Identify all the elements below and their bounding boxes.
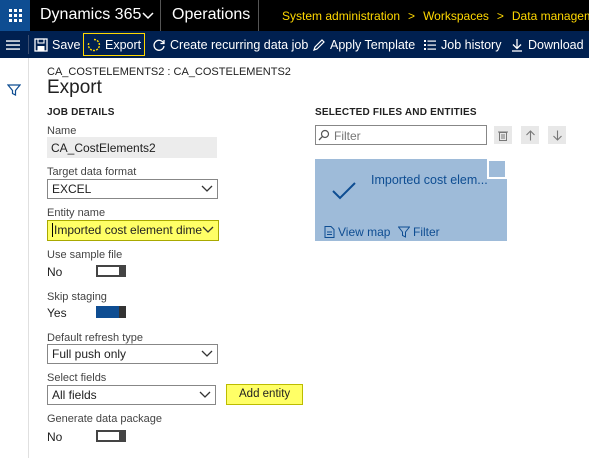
hamburger-icon [6,39,20,50]
save-icon [34,37,48,52]
entity-tile-checkbox[interactable] [487,159,507,179]
breadcrumb: System administration > Workspaces > Data ma… [282,9,589,23]
chevron-down-icon [201,350,213,357]
list-icon [424,39,436,50]
save-label: Save [52,37,81,52]
use-sample-file-toggle[interactable] [96,265,126,277]
apply-template-label: Apply Template [330,37,416,52]
tile-filter-link[interactable]: Filter [398,225,440,239]
filter-input[interactable] [315,125,487,145]
toggle-knob [119,265,126,277]
divider [258,0,259,31]
view-map-label: View map [338,225,391,239]
skip-staging-value: Yes [47,306,67,320]
toggle-knob [119,430,126,442]
entity-name-select[interactable]: Imported cost element dimer [47,220,219,241]
divider [160,0,161,31]
page-title: Export [47,77,102,98]
module-title[interactable]: Operations [172,6,250,24]
document-icon [324,226,335,238]
top-navigation-bar: Dynamics 365 Operations System administr… [0,0,589,31]
download-icon [512,38,522,52]
default-refresh-type-value: Full push only [52,347,127,361]
entity-tile-name[interactable]: Imported cost elem... [371,173,503,187]
job-history-label: Job history [441,37,502,52]
chevron-right-icon: > [496,9,504,23]
filter-box [315,125,487,145]
chevron-right-icon: > [408,9,416,23]
job-history-button[interactable]: Job history [423,31,501,58]
brand-title[interactable]: Dynamics 365 [40,6,141,24]
filter-icon [398,226,410,238]
waffle-icon [8,9,22,22]
chevron-down-icon [201,185,213,192]
export-button[interactable]: Export [83,33,146,56]
default-refresh-type-select[interactable]: Full push only [47,344,218,364]
name-label: Name [47,125,77,137]
left-rail [0,58,29,458]
download-label: Download [528,37,584,52]
skip-staging-toggle[interactable] [96,306,126,318]
arrow-up-icon [525,129,535,140]
breadcrumb-item-data-management[interactable]: Data management [512,9,589,23]
save-button[interactable]: Save [34,31,81,58]
chevron-down-icon[interactable] [141,6,155,26]
divider [28,35,29,54]
generate-data-package-label: Generate data package [47,413,162,425]
select-fields-select[interactable]: All fields [47,385,216,405]
create-recurring-data-job-label: Create recurring data job [170,37,309,52]
breadcrumb-item-system-administration[interactable]: System administration [282,9,400,23]
refresh-spinner-icon [87,38,101,51]
app-launcher-button[interactable] [0,0,30,31]
entity-name-label: Entity name [47,207,106,219]
generate-data-package-toggle[interactable] [96,430,126,442]
apply-template-button[interactable]: Apply Template [312,31,415,58]
view-map-link[interactable]: View map [324,225,390,239]
export-label: Export [105,37,142,52]
arrow-down-icon [552,130,562,141]
use-sample-file-label: Use sample file [47,249,123,261]
action-pane: Save Export Create recurring data job Ap… [0,31,589,58]
select-fields-value: All fields [52,388,97,402]
menu-button[interactable] [6,31,20,58]
selected-files-heading: SELECTED FILES AND ENTITIES [315,107,477,118]
toggle-knob [119,306,126,318]
default-refresh-type-label: Default refresh type [47,332,143,344]
chevron-down-icon [199,391,211,398]
job-details-heading: JOB DETAILS [47,107,115,118]
target-data-format-value: EXCEL [52,182,92,196]
entity-tile[interactable]: Imported cost elem... View map Filter [315,159,507,241]
breadcrumb-item-workspaces[interactable]: Workspaces [423,9,489,23]
skip-staging-label: Skip staging [47,291,107,303]
add-entity-button[interactable]: Add entity [226,384,304,405]
target-data-format-select[interactable]: EXCEL [47,179,218,199]
search-icon [318,129,330,141]
pencil-icon [313,38,325,51]
entity-name-value: Imported cost element dimer [52,223,202,237]
select-fields-label: Select fields [47,372,107,384]
move-up-button[interactable] [521,126,539,144]
target-data-format-label: Target data format [47,166,137,178]
tile-filter-label: Filter [413,225,440,239]
download-button[interactable]: Download [510,31,584,58]
chevron-down-icon [202,223,214,235]
checkmark-icon [332,182,356,200]
filter-icon[interactable] [7,83,21,97]
recurring-icon [153,39,165,51]
move-down-button[interactable] [548,126,566,144]
trash-icon [498,131,508,141]
generate-data-package-value: No [47,430,63,444]
use-sample-file-value: No [47,265,63,279]
create-recurring-data-job-button[interactable]: Create recurring data job [152,31,308,58]
name-field: CA_CostElements2 [47,137,217,158]
delete-button[interactable] [494,126,512,144]
